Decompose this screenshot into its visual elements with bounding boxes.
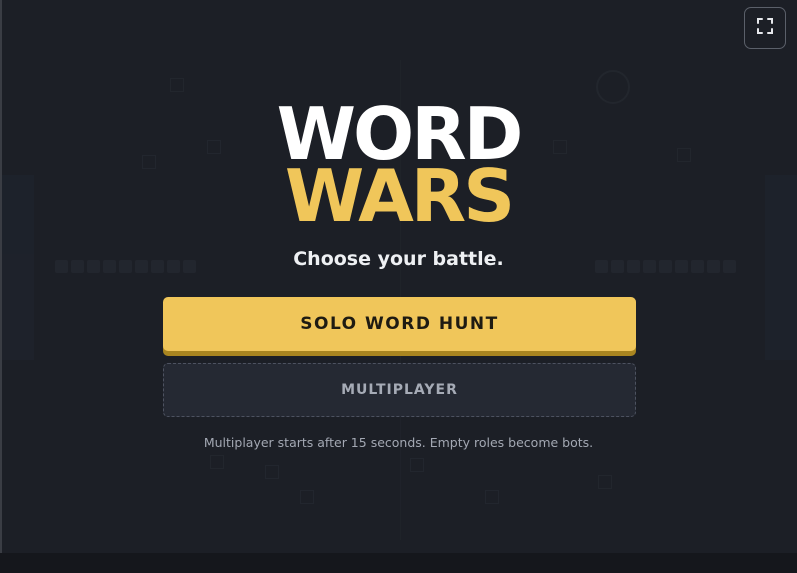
bottom-bar bbox=[0, 553, 797, 573]
background-board bbox=[0, 0, 797, 573]
bg-marker bbox=[210, 455, 224, 469]
subtitle: Choose your battle. bbox=[293, 248, 504, 270]
game-screen: WORD WARS Choose your battle. SOLO WORD … bbox=[0, 0, 797, 573]
logo-wars: WARS bbox=[284, 154, 515, 238]
bg-marker bbox=[170, 78, 184, 92]
bg-marker bbox=[265, 465, 279, 479]
bg-marker bbox=[485, 490, 499, 504]
left-border bbox=[0, 0, 2, 573]
solo-word-hunt-button[interactable]: SOLO WORD HUNT bbox=[163, 297, 636, 351]
multiplayer-note: Multiplayer starts after 15 seconds. Emp… bbox=[203, 435, 594, 450]
bg-marker bbox=[598, 475, 612, 489]
fullscreen-button[interactable] bbox=[744, 7, 786, 49]
fullscreen-icon bbox=[756, 17, 774, 39]
bg-marker bbox=[300, 490, 314, 504]
bg-marker bbox=[410, 458, 424, 472]
multiplayer-button[interactable]: MULTIPLAYER bbox=[163, 363, 636, 417]
